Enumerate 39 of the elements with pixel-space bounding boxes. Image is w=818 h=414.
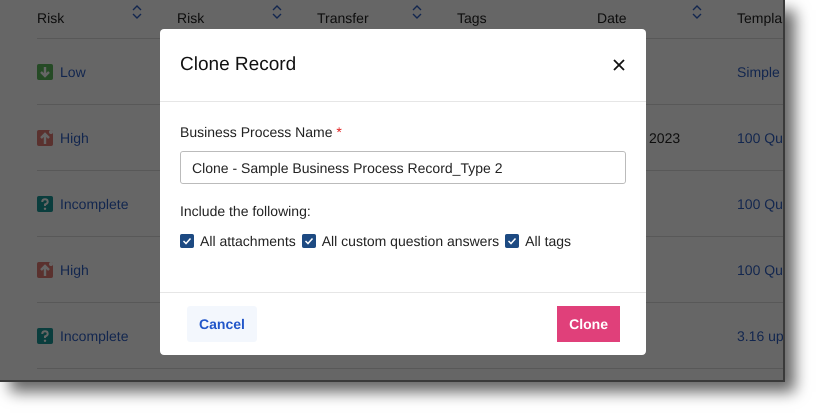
- checkbox[interactable]: [302, 234, 316, 248]
- risk-icon: [37, 64, 53, 80]
- column-header: Templa: [737, 10, 782, 26]
- risk-icon: [37, 328, 53, 344]
- risk-link[interactable]: Low: [60, 64, 86, 80]
- template-link[interactable]: 3.16 up: [737, 328, 783, 344]
- sort-icon[interactable]: [131, 4, 143, 20]
- sort-icon[interactable]: [411, 4, 423, 20]
- field-label: Business Process Name *: [180, 124, 343, 140]
- checkbox-label: All custom question answers: [322, 233, 500, 249]
- options-label: Include the following:: [180, 203, 312, 219]
- checkbox-label: All attachments: [200, 233, 296, 249]
- column-header: Transfer: [317, 10, 369, 26]
- risk-link[interactable]: Incomplete: [60, 328, 128, 344]
- template-link[interactable]: Simple: [737, 64, 780, 80]
- column-header: Risk: [37, 10, 64, 26]
- risk-link[interactable]: Incomplete: [60, 196, 128, 212]
- cancel-button[interactable]: Cancel: [187, 306, 257, 342]
- risk-icon: [37, 130, 53, 146]
- dialog-title: Clone Record: [180, 54, 296, 76]
- column-header: Tags: [457, 10, 487, 26]
- checkbox[interactable]: [505, 234, 520, 248]
- column-header: Risk: [177, 10, 204, 26]
- template-link[interactable]: 100 Qu: [737, 130, 783, 146]
- risk-link[interactable]: High: [60, 130, 89, 146]
- template-link[interactable]: 100 Qu: [737, 262, 783, 278]
- template-link[interactable]: 100 Qu: [737, 196, 783, 212]
- risk-link[interactable]: High: [60, 262, 89, 278]
- sort-icon[interactable]: [691, 4, 703, 20]
- date-cell: 2023: [649, 130, 680, 146]
- checkbox-label: All tags: [525, 233, 572, 249]
- risk-icon: [37, 196, 53, 212]
- column-header: Date: [597, 10, 627, 26]
- clone-button[interactable]: Clone: [557, 306, 620, 342]
- risk-icon: [37, 262, 53, 278]
- checkbox[interactable]: [180, 234, 194, 248]
- name-input-field[interactable]: Clone - Sample Business Process Record_Type 2: [180, 151, 626, 184]
- close-icon[interactable]: [612, 58, 626, 72]
- sort-icon[interactable]: [271, 4, 283, 20]
